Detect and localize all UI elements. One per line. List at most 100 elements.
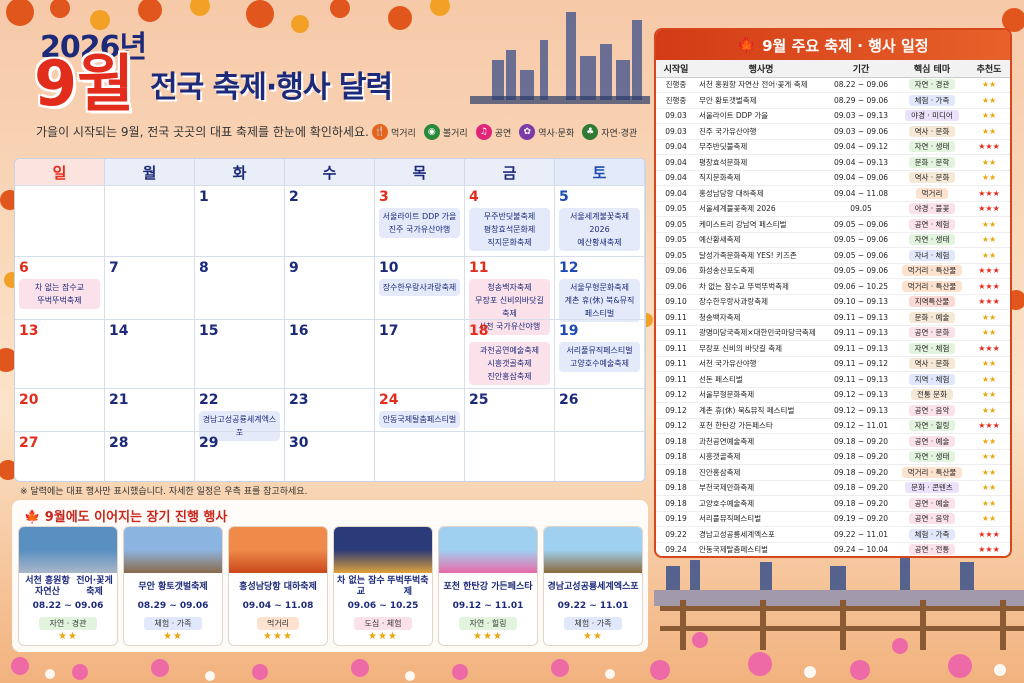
schedule-row[interactable]: 09.04 무주반딧불축제 09.04 ~ 09.12 자연 · 생태 ★★★ [656,139,1010,155]
schedule-row[interactable]: 09.18 고양호수예술축제 09.18 ~ 09.20 공연 · 예술 ★★ [656,495,1010,512]
calendar-day-cell[interactable]: 13 [15,319,105,388]
calendar-day-cell[interactable]: 11 청송백자축제 무장포 신비의바닷길 축제 서천 국가유산야행 [465,256,555,335]
calendar-day-cell[interactable]: 14 [105,319,195,388]
schedule-row[interactable]: 09.04 직지문화축제 09.04 ~ 09.06 역사 · 문화 ★★ [656,170,1010,186]
calendar-day-cell[interactable]: 20 [15,388,105,431]
day-number: 8 [199,260,209,276]
calendar-day-cell[interactable]: 16 [285,319,375,388]
schedule-event-name: 예산황새축제 [696,232,826,248]
calendar-day-cell[interactable]: 22 경남고성공룡세계엑스포 [195,388,285,441]
calendar-day-cell[interactable]: 8 [195,256,285,319]
schedule-row[interactable]: 09.11 선돈 페스티벌 09.11 ~ 09.13 지역 · 체험 ★★ [656,371,1010,388]
long-event-card[interactable]: 서천 홍원항 자연산 전어·꽃게 축제 08.22 ~ 09.06 자연 · 경관 ★★ [18,526,118,646]
schedule-row[interactable]: 진행중 무안 황토갯벌축제 08.29 ~ 09.06 체험 · 가족 ★★ [656,92,1010,109]
calendar-day-cell[interactable]: 28 [105,431,195,481]
schedule-row[interactable]: 09.06 화성송산포도축제 09.05 ~ 09.06 먹거리 · 특산물 ★★★ [656,263,1010,279]
schedule-row[interactable]: 09.12 포천 한탄강 가든페스타 09.12 ~ 11.01 자연 · 힐링 ★★★ [656,418,1010,434]
schedule-row[interactable]: 09.11 광명미당국축제×대한민국마당극축제 09.11 ~ 09.13 공연 · … [656,325,1010,341]
schedule-row[interactable]: 09.04 평창효석문화제 09.04 ~ 09.13 문화 · 문학 ★★ [656,154,1010,171]
calendar-day-cell[interactable]: 30 [285,431,375,481]
day-events[interactable]: 서울무형문화축제 계촌 휴(休) 북&뮤직 페스티벌 [559,279,640,322]
schedule-row[interactable]: 09.24 안동국제탈춤페스티벌 09.24 ~ 10.04 공연 · 전통 ★★★ [656,542,1010,556]
schedule-row[interactable]: 09.05 케미스트리 강남역 페스티벌 09.05 ~ 09.06 공연 · 체험 ★… [656,216,1010,233]
day-events[interactable]: 무주반딧불축제 평창효석문화제 직지문화축제 [469,208,550,251]
calendar-day-cell[interactable]: 9 [285,256,375,319]
calendar-day-cell[interactable] [105,185,195,256]
day-events[interactable]: 과천공연예술축제 시흥갯골축제 진안홍삼축제 [469,342,550,385]
schedule-row[interactable]: 09.10 장수한우랑사과랑축제 09.10 ~ 09.13 지역특산물 ★★★ [656,294,1010,310]
calendar-day-cell[interactable]: 19 서리풀뮤직페스티벌 고양호수예술축제 [555,319,645,388]
calendar-day-cell[interactable] [555,431,645,481]
calendar-day-cell[interactable]: 24 안동국제탈춤페스티벌 [375,388,465,431]
schedule-row[interactable]: 09.11 무장포 신비의 바닷길 축제 09.11 ~ 09.13 자연 · 체험 ★… [656,340,1010,357]
day-events[interactable]: 서울라이트 DDP 가을진주 국가유산야행 [379,208,460,238]
long-event-card[interactable]: 차 없는 잠수교 뚜벅뚜벅축제 09.06 ~ 10.25 도심 · 체험 ★★★ [333,526,433,646]
schedule-row[interactable]: 09.05 예산황새축제 09.05 ~ 09.06 자연 · 생태 ★★ [656,232,1010,248]
calendar-day-cell[interactable] [15,185,105,256]
schedule-start: 09.03 [656,123,696,140]
long-event-card[interactable]: 무안 황토갯벌축제 08.29 ~ 09.06 체험 · 가족 ★★ [123,526,223,646]
calendar-day-cell[interactable]: 2 [285,185,375,256]
calendar-day-cell[interactable]: 26 [555,388,645,431]
schedule-row[interactable]: 09.18 진안홍삼축제 09.18 ~ 09.20 먹거리 · 특산물 ★★ [656,464,1010,481]
schedule-row[interactable]: 09.11 서천 국가유산야행 09.11 ~ 09.12 역사 · 문화 ★★ [656,356,1010,372]
schedule-row[interactable]: 09.12 서울무형문화축제 09.12 ~ 09.13 전통 문화 ★★ [656,387,1010,403]
day-events[interactable]: 서리풀뮤직페스티벌 고양호수예술축제 [559,342,640,372]
long-events-title: 🍁 9월에도 이어지는 장기 진행 행사 [24,506,227,525]
calendar-day-cell[interactable]: 18 과천공연예술축제 시흥갯골축제 진안홍삼축제 [465,319,555,388]
schedule-row[interactable]: 09.11 청송백자축제 09.11 ~ 09.13 문화 · 예술 ★★ [656,309,1010,326]
schedule-rating: ★★★ [968,201,1010,217]
schedule-row[interactable]: 09.19 서리풀뮤직페스티벌 09.19 ~ 09.20 공연 · 음악 ★★ [656,511,1010,527]
calendar-day-cell[interactable]: 4 무주반딧불축제 평창효석문화제 직지문화축제 [465,185,555,256]
schedule-row[interactable]: 09.18 부천국제만화축제 09.18 ~ 09.20 문화 · 콘텐츠 ★★ [656,480,1010,496]
day-events[interactable]: 안동국제탈춤페스티벌 [379,411,460,428]
calendar-day-cell[interactable]: 23 [285,388,375,431]
schedule-row[interactable]: 09.06 차 없는 잠수교 뚜벅뚜벅축제 09.06 ~ 10.25 먹거리 · 특… [656,278,1010,295]
calendar-day-cell[interactable]: 7 [105,256,195,319]
long-event-card[interactable]: 홍성남당항 대하축제 09.04 ~ 11.08 먹거리 ★★★ [228,526,328,646]
calendar-day-cell[interactable]: 1 [195,185,285,256]
schedule-rating: ★★★ [968,294,1010,310]
schedule-row[interactable]: 09.18 과천공연예술축제 09.18 ~ 09.20 공연 · 예술 ★★ [656,433,1010,450]
calendar-day-cell[interactable]: 3 서울라이트 DDP 가을 진주 국가유산야행 [375,185,465,256]
legend-label: 볼거리 [442,128,468,139]
calendar-day-cell[interactable]: 29 [195,431,285,481]
calendar-day-cell[interactable]: 21 [105,388,195,431]
schedule-row[interactable]: 09.05 서울세계불꽃축제 2026 09.05 야경 · 불꽃 ★★★ [656,201,1010,217]
rating-stars: ★★ [981,498,997,508]
schedule-theme-badge: 지역특산물 [908,296,956,308]
event-name: 진주 국가유산야행 [388,225,451,234]
calendar-day-cell[interactable]: 27 [15,431,105,481]
long-event-card[interactable]: 경남고성공룡세계엑스포 09.22 ~ 11.01 체험 · 가족 ★★ [543,526,643,646]
schedule-row[interactable]: 09.04 홍성남당항 대하축제 09.04 ~ 11.08 먹거리 ★★★ [656,185,1010,202]
schedule-theme-badge: 공연 · 예술 [908,435,956,447]
calendar-day-cell[interactable]: 25 [465,388,555,431]
calendar-day-cell[interactable]: 5 서울세계불꽃축제 2026 예산황새축제 [555,185,645,256]
calendar-day-cell[interactable] [375,431,465,481]
long-event-card[interactable]: 포천 한탄강 가든페스타 09.12 ~ 11.01 자연 · 힐링 ★★★ [438,526,538,646]
schedule-row[interactable]: 09.03 서울라이트 DDP 가을 09.03 ~ 09.13 야경 · 미디어 ★★ [656,108,1010,124]
calendar-day-cell[interactable]: 6 차 없는 잠수교 뚜벅뚜벅축제 [15,256,105,319]
calendar-day-cell[interactable]: 12 서울무형문화축제 계촌 휴(休) 북&뮤직 페스티벌 [555,256,645,322]
calendar-day-cell[interactable]: 10 장수한우랑사과랑축제 [375,256,465,319]
schedule-row[interactable]: 09.22 경남고성공룡세계엑스포 09.22 ~ 11.01 체험 · 가족 ★★★ [656,526,1010,543]
day-events[interactable]: 서울세계불꽃축제 2026 예산황새축제 [559,208,640,251]
schedule-theme-cell: 문화 · 예술 [896,309,968,326]
calendar-day-cell[interactable]: 17 [375,319,465,388]
calendar-day-cell[interactable]: 15 [195,319,285,388]
weekday-header: 화 [195,159,285,185]
schedule-start: 09.24 [656,542,696,556]
schedule-period: 09.12 ~ 11.01 [826,418,896,434]
schedule-row[interactable]: 진행중 서천 홍원항 자연산 전어·꽃게 축제 08.22 ~ 09.06 자연 · … [656,77,1010,93]
schedule-row[interactable]: 09.03 진주 국가유산야행 09.03 ~ 09.06 역사 · 문화 ★★ [656,123,1010,140]
day-events[interactable]: 차 없는 잠수교 뚜벅뚜벅축제 [19,279,100,309]
day-number: 19 [559,323,579,339]
schedule-row[interactable]: 09.05 달성가족문화축제 YES! 키즈존 09.05 ~ 09.06 자녀 · … [656,247,1010,264]
schedule-theme-badge: 먹거리 · 특산물 [901,466,963,478]
calendar-day-cell[interactable] [465,431,555,481]
schedule-row[interactable]: 09.18 시흥갯골축제 09.18 ~ 09.20 자연 · 생태 ★★ [656,449,1010,465]
schedule-row[interactable]: 09.12 계촌 휴(休) 북&뮤직 페스티벌 09.12 ~ 09.13 공연 · … [656,402,1010,419]
event-name: 서울라이트 DDP 가을 [382,212,457,221]
day-events[interactable]: 장수한우랑사과랑축제 [379,279,460,296]
schedule-period: 08.29 ~ 09.06 [826,92,896,109]
